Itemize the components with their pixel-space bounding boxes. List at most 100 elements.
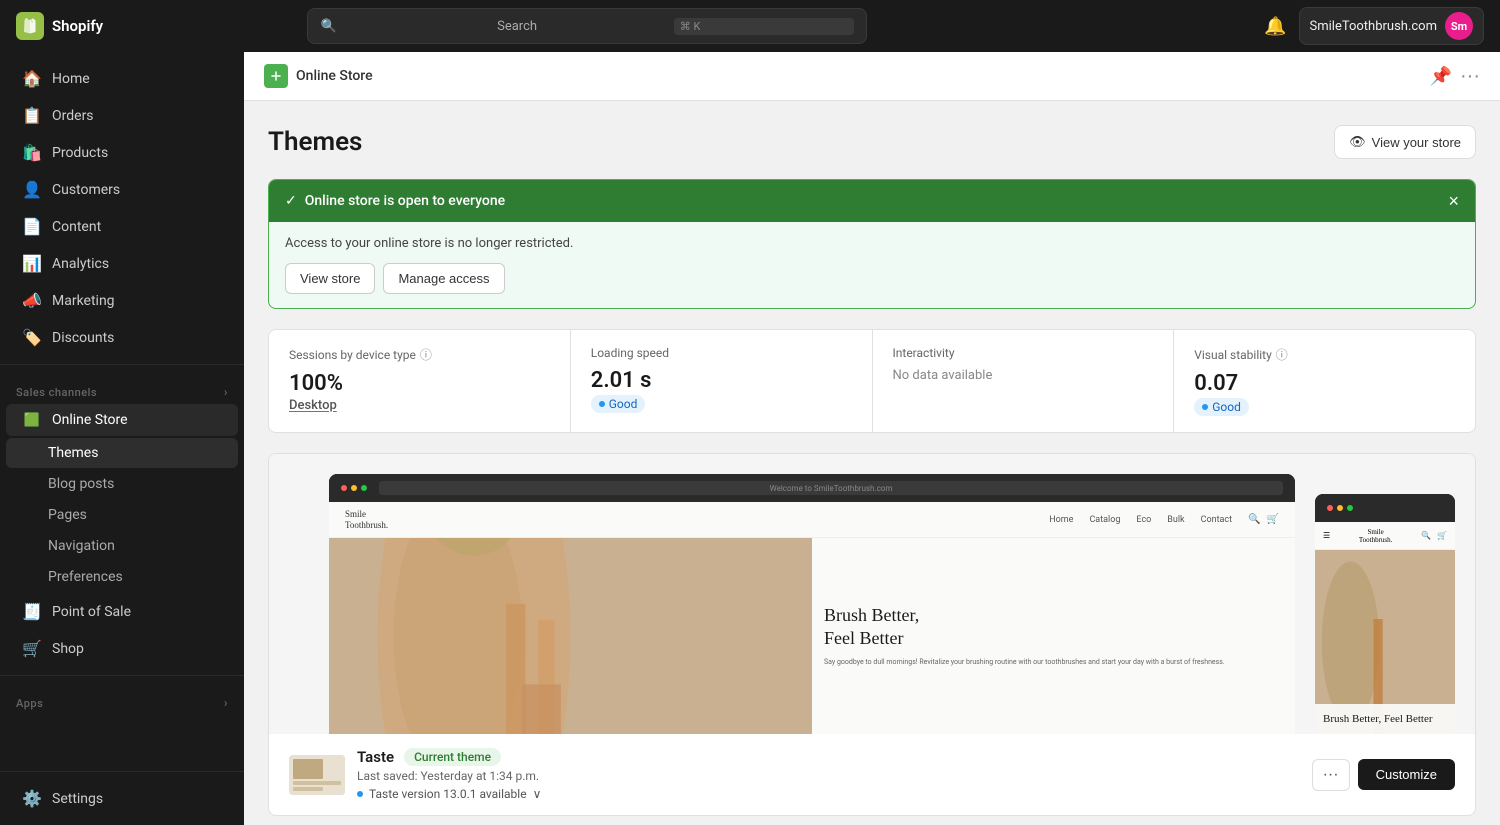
mobile-hero-image: Brush Better, Feel Better — [1315, 550, 1455, 734]
apps-section: Apps › — [0, 684, 244, 714]
sidebar-item-pages[interactable]: Pages — [6, 500, 238, 530]
mobile-close-dot — [1327, 505, 1333, 511]
sidebar-item-settings[interactable]: ⚙️ Settings — [6, 781, 238, 816]
banner-close-button[interactable]: × — [1448, 192, 1459, 210]
theme-name: Taste — [357, 748, 394, 766]
notification-bell-icon[interactable]: 🔔 — [1264, 16, 1286, 37]
visual-badge-dot — [1202, 404, 1208, 410]
header-actions: 📌 ··· — [1430, 65, 1480, 88]
sidebar-item-blog-posts[interactable]: Blog posts — [6, 469, 238, 499]
sessions-value: 100% — [289, 371, 550, 396]
content-area: Themes 👁 View your store ✓ Online store … — [244, 101, 1500, 825]
check-icon: ✓ — [285, 193, 297, 209]
hero-image — [329, 538, 812, 734]
version-dot — [357, 791, 363, 797]
preview-headline: Brush Better,Feel Better — [824, 604, 1283, 651]
search-shortcut: ⌘ K — [674, 18, 855, 35]
page-header: Online Store 📌 ··· — [244, 52, 1500, 101]
banner-description: Access to your online store is no longer… — [285, 236, 1459, 251]
sidebar-item-preferences[interactable]: Preferences — [6, 562, 238, 592]
breadcrumb-text: Online Store — [296, 68, 373, 84]
sidebar-label-content: Content — [52, 219, 101, 235]
sidebar-item-shop[interactable]: 🛒 Shop — [6, 631, 238, 666]
sidebar-label-home: Home — [52, 71, 90, 87]
sessions-label-text: Sessions by device type — [289, 348, 416, 362]
sidebar-item-analytics[interactable]: 📊 Analytics — [6, 246, 238, 281]
preferences-label: Preferences — [48, 569, 123, 585]
mobile-headline: Brush Better, Feel Better — [1323, 712, 1447, 726]
preview-body: Say goodbye to dull mornings! Revitalize… — [824, 658, 1283, 668]
desktop-nav: SmileToothbrush. Home Catalog Eco Bulk C… — [329, 502, 1295, 538]
apps-expand-icon[interactable]: › — [224, 696, 228, 710]
online-store-breadcrumb-icon — [264, 64, 288, 88]
close-dot — [341, 485, 347, 491]
visual-info-icon[interactable]: ⓘ — [1276, 346, 1288, 363]
logo[interactable]: Shopify — [16, 12, 103, 40]
view-store-label: View your store — [1372, 135, 1461, 150]
banner-body: Access to your online store is no longer… — [269, 222, 1475, 308]
sidebar-item-products[interactable]: 🛍️ Products — [6, 135, 238, 170]
sidebar-label-customers: Customers — [52, 182, 120, 198]
sidebar-label-marketing: Marketing — [52, 293, 115, 309]
sidebar: 🏠 Home 📋 Orders 🛍️ Products 👤 Customers … — [0, 52, 244, 825]
visual-sub: Good — [1194, 398, 1455, 416]
theme-name-area: Taste Current theme Last saved: Yesterda… — [357, 748, 1300, 801]
loading-badge: Good — [591, 395, 646, 413]
top-navigation: Shopify 🔍 Search ⌘ K 🔔 SmileToothbrush.c… — [0, 0, 1500, 52]
view-store-banner-button[interactable]: View store — [285, 263, 375, 294]
pos-icon: 🧾 — [22, 602, 42, 621]
theme-preview: Welcome to SmileToothbrush.com SmileToot… — [269, 454, 1475, 734]
store-selector[interactable]: SmileToothbrush.com Sm — [1299, 7, 1485, 45]
online-store-sub-items: Themes Blog posts Pages Navigation Prefe… — [0, 437, 244, 593]
sidebar-item-marketing[interactable]: 📣 Marketing — [6, 283, 238, 318]
sidebar-item-navigation[interactable]: Navigation — [6, 531, 238, 561]
sidebar-label-orders: Orders — [52, 108, 94, 124]
stat-loading: Loading speed 2.01 s Good — [571, 330, 872, 432]
sidebar-item-discounts[interactable]: 🏷️ Discounts — [6, 320, 238, 355]
sidebar-item-home[interactable]: 🏠 Home — [6, 61, 238, 96]
analytics-icon: 📊 — [22, 254, 42, 273]
theme-version-text: Taste version 13.0.1 available — [369, 787, 527, 801]
sessions-info-icon[interactable]: ⓘ — [420, 346, 432, 363]
mobile-expand-dot — [1347, 505, 1353, 511]
stat-interactivity: Interactivity No data available — [873, 330, 1174, 432]
sidebar-item-customers[interactable]: 👤 Customers — [6, 172, 238, 207]
blog-posts-label: Blog posts — [48, 476, 114, 492]
products-icon: 🛍️ — [22, 143, 42, 162]
view-store-button[interactable]: 👁 View your store — [1334, 125, 1476, 159]
current-theme-badge: Current theme — [404, 748, 501, 766]
sidebar-item-point-of-sale[interactable]: 🧾 Point of Sale — [6, 594, 238, 629]
mobile-minimize-dot — [1337, 505, 1343, 511]
version-chevron-icon: ∨ — [533, 787, 542, 801]
mobile-menu-icon: ☰ — [1323, 531, 1330, 540]
shop-icon: 🛒 — [22, 639, 42, 658]
theme-version-row[interactable]: Taste version 13.0.1 available ∨ — [357, 787, 1300, 801]
breadcrumb: Online Store — [264, 64, 373, 88]
sidebar-label-analytics: Analytics — [52, 256, 109, 272]
logo-text: Shopify — [52, 17, 103, 35]
sidebar-item-online-store[interactable]: 🟩 Online Store — [6, 404, 238, 436]
sidebar-item-themes[interactable]: Themes — [6, 438, 238, 468]
visual-badge: Good — [1194, 398, 1249, 416]
search-bar[interactable]: 🔍 Search ⌘ K — [307, 8, 867, 44]
online-store-icon: 🟩 — [22, 413, 42, 428]
theme-more-button[interactable]: ··· — [1312, 759, 1350, 791]
orders-icon: 📋 — [22, 106, 42, 125]
nav-cart-icon: 🛒 — [1267, 514, 1279, 525]
stat-visual: Visual stability ⓘ 0.07 Good — [1174, 330, 1475, 432]
mobile-cart-icon: 🛒 — [1437, 531, 1447, 540]
pin-button[interactable]: 📌 — [1430, 66, 1452, 87]
sidebar-bottom: ⚙️ Settings — [0, 771, 244, 817]
theme-last-saved: Last saved: Yesterday at 1:34 p.m. — [357, 769, 1300, 783]
manage-access-button[interactable]: Manage access — [383, 263, 504, 294]
customize-button[interactable]: Customize — [1358, 759, 1455, 790]
loading-label-text: Loading speed — [591, 346, 669, 360]
more-button[interactable]: ··· — [1460, 65, 1480, 88]
content-icon: 📄 — [22, 217, 42, 236]
sidebar-item-orders[interactable]: 📋 Orders — [6, 98, 238, 133]
interactivity-label: Interactivity — [893, 346, 1154, 360]
nav-home: Home — [1049, 515, 1073, 525]
sales-channels-expand-icon[interactable]: › — [224, 385, 228, 399]
nav-icons: 🔍 🛒 — [1248, 514, 1279, 525]
sidebar-item-content[interactable]: 📄 Content — [6, 209, 238, 244]
